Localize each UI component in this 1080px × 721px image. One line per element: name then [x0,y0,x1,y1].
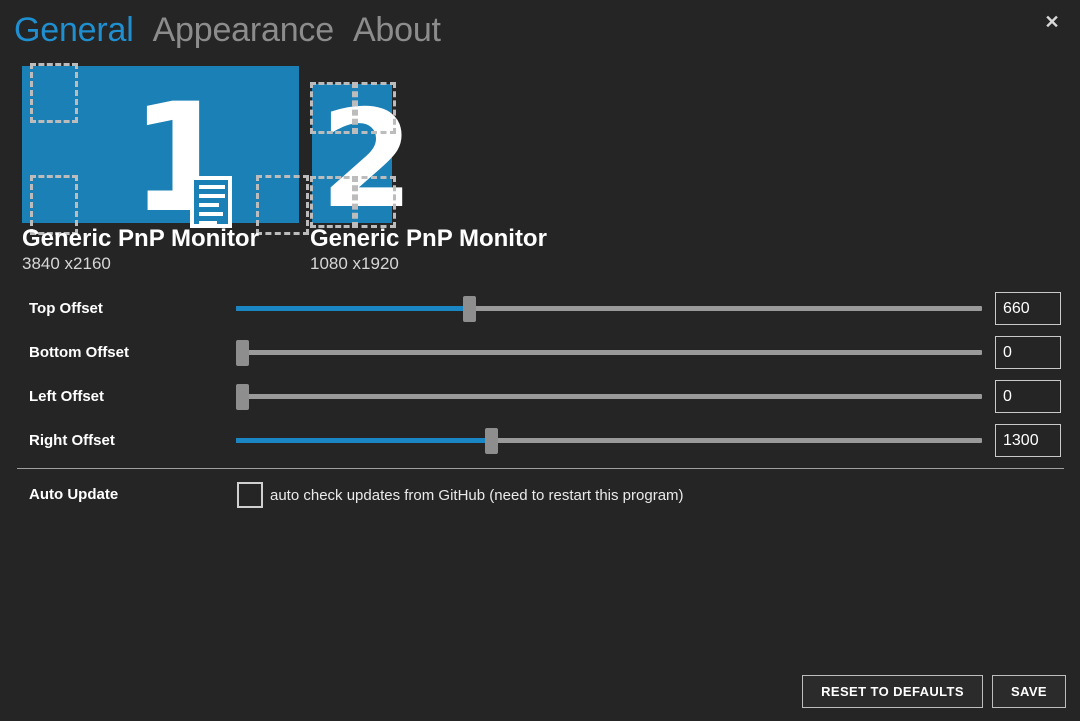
slider-track[interactable] [236,350,982,355]
slider-track[interactable] [236,394,982,399]
slider-left-offset[interactable] [236,380,984,414]
label-left-offset: Left Offset [29,388,104,405]
slider-fill [236,306,470,311]
slider-thumb[interactable] [485,428,499,454]
input-right-offset[interactable] [995,424,1061,457]
monitor-name-1: Generic PnP Monitor [22,225,259,252]
slider-bottom-offset[interactable] [236,336,984,370]
label-top-offset: Top Offset [29,300,103,317]
monitor-label-2: Generic PnP Monitor 1080 x1920 [310,225,547,275]
tab-general[interactable]: General [14,8,134,52]
slider-fill [236,438,492,443]
monitor-label-1: Generic PnP Monitor 3840 x2160 [22,225,310,275]
monitor-resolution-2: 1080 x1920 [310,254,399,273]
monitor-tile-1[interactable]: 1 [22,63,309,235]
tab-about[interactable]: About [353,8,441,52]
close-icon[interactable]: ✕ [1036,8,1068,36]
save-button[interactable]: SAVE [991,675,1066,708]
label-auto-update: Auto Update [29,486,119,503]
footer-actions: RESET TO DEFAULTS SAVE [802,675,1066,708]
dashed-region-top-left [30,63,78,123]
dashed-region-top-left [310,82,358,134]
monitor-labels: Generic PnP Monitor 3840 x2160 Generic P… [22,225,547,275]
slider-right-offset[interactable] [236,424,984,458]
input-left-offset[interactable] [995,380,1061,413]
input-bottom-offset[interactable] [995,336,1061,369]
offset-settings: Top Offset Bottom Offset Left Offset Rig… [0,292,1080,468]
auto-update-checkbox[interactable] [237,482,263,508]
auto-update-row: Auto Update auto check updates from GitH… [0,478,1080,518]
monitor-tile-2[interactable]: 2 [310,82,414,228]
label-right-offset: Right Offset [29,432,115,449]
slider-thumb[interactable] [463,296,477,322]
slider-thumb[interactable] [236,384,249,410]
label-bottom-offset: Bottom Offset [29,344,129,361]
input-top-offset[interactable] [995,292,1061,325]
section-divider [17,468,1064,469]
tab-appearance[interactable]: Appearance [153,8,335,52]
slider-top-offset[interactable] [236,292,984,326]
monitor-name-2: Generic PnP Monitor [310,225,547,252]
row-right-offset: Right Offset [0,424,1080,468]
tab-bar: General Appearance About [14,8,441,52]
row-left-offset: Left Offset [0,380,1080,424]
slider-thumb[interactable] [236,340,249,366]
monitor-resolution-1: 3840 x2160 [22,254,111,273]
document-icon [190,176,232,228]
dashed-region-bottom-left [310,176,358,228]
row-top-offset: Top Offset [0,292,1080,336]
dashed-region-top-right [352,82,396,134]
auto-update-description: auto check updates from GitHub (need to … [270,487,684,504]
reset-to-defaults-button[interactable]: RESET TO DEFAULTS [802,675,983,708]
row-bottom-offset: Bottom Offset [0,336,1080,380]
dashed-region-bottom-right [352,176,396,228]
